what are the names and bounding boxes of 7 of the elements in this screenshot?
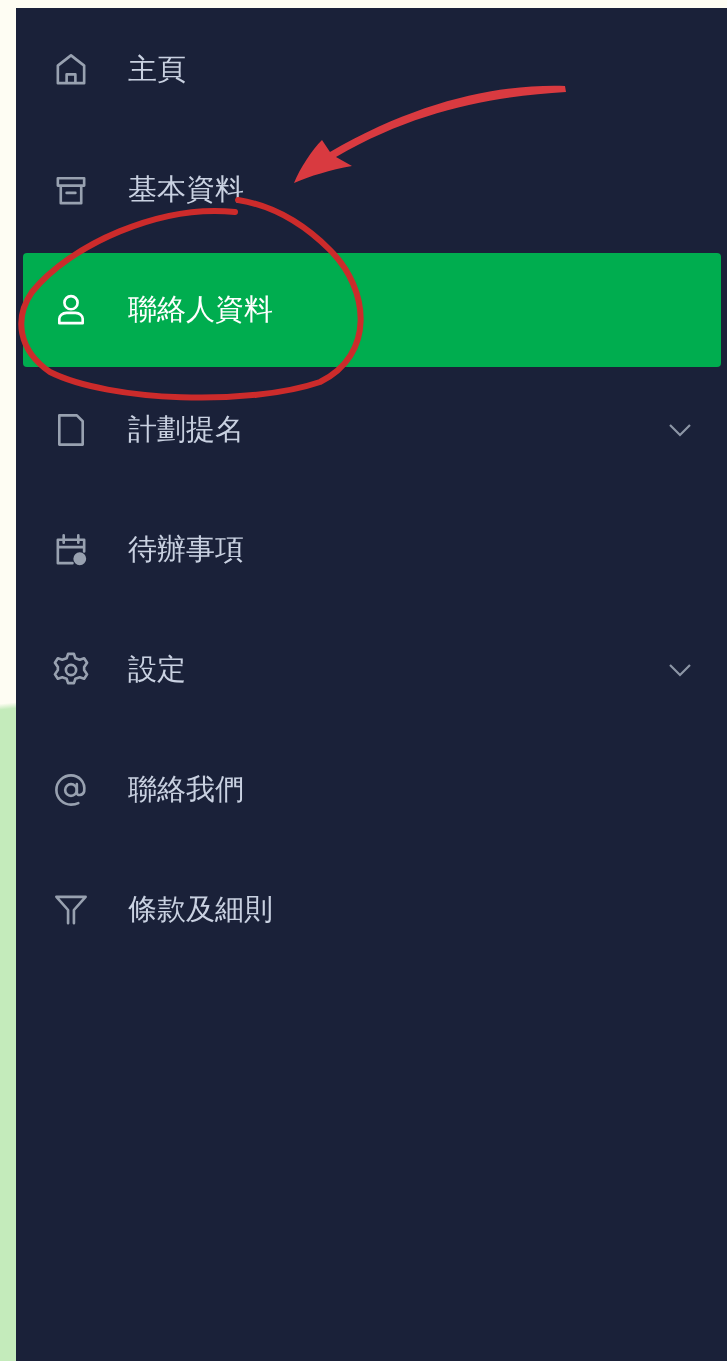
sidebar-item[interactable]: 基本資料 (23, 133, 721, 247)
sidebar-item[interactable]: 待辦事項 (23, 493, 721, 607)
sidebar-item[interactable]: 設定 (23, 613, 721, 727)
sidebar-item[interactable]: 條款及細則 (23, 853, 721, 967)
sidebar-item[interactable]: 主頁 (23, 13, 721, 127)
sidebar-item[interactable]: 計劃提名 (23, 373, 721, 487)
sidebar-item[interactable]: 聯絡我們 (23, 733, 721, 847)
